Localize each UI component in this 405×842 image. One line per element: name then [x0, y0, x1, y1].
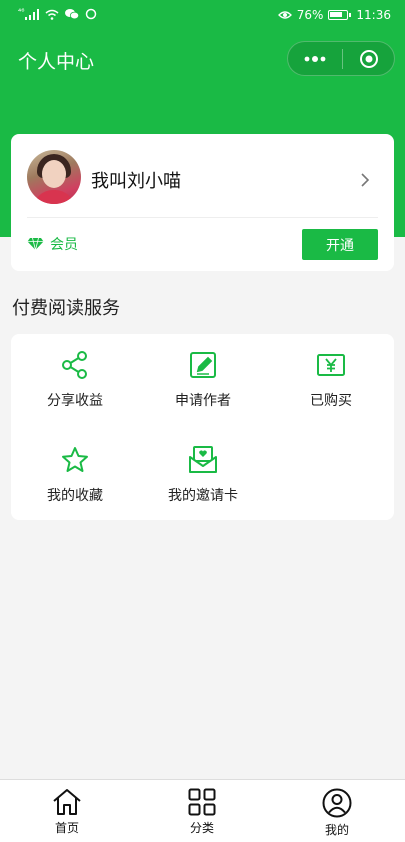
- status-bar-left: ⁴⁶: [18, 8, 97, 20]
- service-invite-card[interactable]: 我的邀请卡: [139, 445, 267, 505]
- wechat-icon: [65, 9, 80, 20]
- edit-icon: [190, 352, 216, 378]
- service-label: 已购买: [310, 393, 352, 409]
- yen-icon: [317, 354, 345, 376]
- page-title: 个人中心: [18, 51, 95, 73]
- wifi-icon: [45, 9, 59, 20]
- tab-category[interactable]: 分类: [162, 788, 242, 836]
- tab-home[interactable]: 首页: [27, 788, 107, 836]
- signal-icon: ⁴⁶: [18, 7, 40, 20]
- diamond-icon: [27, 237, 44, 251]
- service-apply-author[interactable]: 申请作者: [139, 350, 267, 410]
- tab-label: 我的: [324, 823, 349, 837]
- more-button[interactable]: [288, 42, 342, 75]
- service-label: 我的邀请卡: [168, 488, 238, 504]
- clock: 11:36: [356, 8, 391, 22]
- target-icon: [359, 49, 378, 68]
- user-icon: [322, 788, 352, 818]
- service-grid: 分享收益 申请作者 已购买 我的收藏 我的邀请卡: [11, 334, 394, 520]
- grid-icon: [188, 788, 216, 816]
- tab-label: 分类: [189, 821, 214, 835]
- network-type: ⁴⁶: [18, 7, 25, 16]
- home-icon: [53, 789, 81, 815]
- battery-percent: 76%: [296, 8, 324, 22]
- circle-icon: [86, 8, 97, 20]
- section-title: 付费阅读服务: [12, 298, 120, 319]
- battery-icon: [328, 10, 352, 20]
- eye-icon: [277, 11, 292, 19]
- tab-mine[interactable]: 我的: [297, 788, 377, 838]
- invite-card-icon: [189, 446, 217, 473]
- service-share-earnings[interactable]: 分享收益: [11, 350, 139, 410]
- tab-label: 首页: [54, 821, 79, 835]
- mini-program-capsule[interactable]: [287, 41, 395, 76]
- service-label: 分享收益: [47, 393, 103, 409]
- card-divider: [27, 217, 378, 218]
- service-favorites[interactable]: 我的收藏: [11, 445, 139, 505]
- service-label: 申请作者: [175, 393, 231, 409]
- status-bar: ⁴⁶ 76% 11:36: [0, 0, 405, 32]
- open-membership-button[interactable]: 开通: [302, 229, 378, 260]
- close-mini-program-button[interactable]: [343, 42, 394, 75]
- share-icon: [62, 351, 87, 379]
- tab-bar: 首页 分类 我的: [0, 779, 405, 842]
- star-icon: [62, 447, 88, 472]
- status-bar-right: 76% 11:36: [277, 8, 391, 22]
- service-label: 我的收藏: [47, 488, 103, 504]
- more-icon: [304, 55, 326, 62]
- service-purchased[interactable]: 已购买: [267, 350, 395, 410]
- chevron-right-icon[interactable]: [360, 172, 370, 188]
- profile-card: 我叫刘小喵 会员 开通: [11, 134, 394, 271]
- username[interactable]: 我叫刘小喵: [91, 167, 181, 193]
- member-label: 会员: [50, 237, 78, 253]
- member-status: 会员: [27, 234, 78, 254]
- avatar[interactable]: [27, 150, 81, 204]
